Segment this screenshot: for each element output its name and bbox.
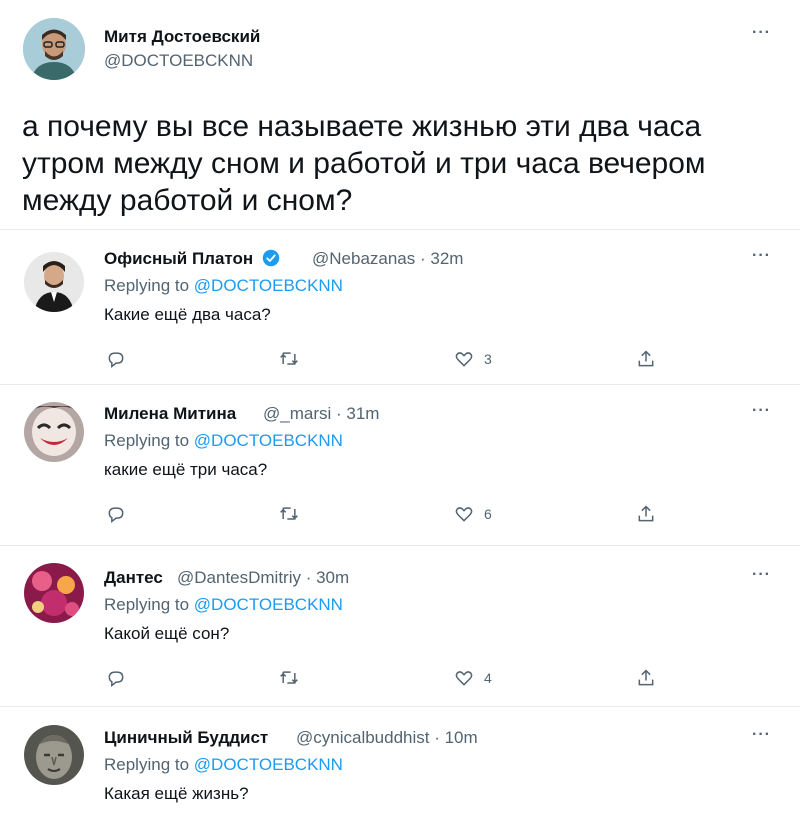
reply-button[interactable] <box>106 349 126 369</box>
reply-text: Какая ещё жизнь? <box>104 784 249 803</box>
reply-button[interactable] <box>106 504 126 524</box>
replying-label: Replying to <box>104 276 194 295</box>
author-name[interactable]: Митя Достоевский <box>104 27 260 47</box>
share-button[interactable] <box>636 349 656 369</box>
share-icon <box>638 669 654 686</box>
tweet-text: а почему вы все называете жизнью эти два… <box>22 110 706 217</box>
retweet-icon <box>280 352 298 365</box>
share-icon <box>638 350 654 367</box>
mention-link[interactable]: @DOCTOEBCKNN <box>194 595 343 614</box>
reply-tweet[interactable]: Дантес @DantesDmitriy · 30m ··· Replying… <box>0 545 800 704</box>
like-button[interactable]: 4 <box>454 668 492 688</box>
like-icon <box>455 507 473 522</box>
replying-to: Replying to @DOCTOEBCKNN <box>104 595 343 615</box>
author-name[interactable]: Дантес <box>104 568 163 588</box>
reply-tweet[interactable]: Циничный Буддист @cynicalbuddhist · 10m … <box>0 706 800 819</box>
reply-tweet[interactable]: Офисный Платон @Nebazanas · 32m ··· Repl… <box>0 229 800 385</box>
author-name-text[interactable]: Офисный Платон <box>104 249 253 268</box>
reply-icon <box>108 671 124 688</box>
replying-label: Replying to <box>104 595 194 614</box>
more-icon[interactable]: ··· <box>752 726 771 744</box>
author-handle-time[interactable]: @cynicalbuddhist · 10m <box>296 728 478 748</box>
tweet-actions: 6 <box>104 504 704 526</box>
retweet-button[interactable] <box>278 668 300 688</box>
tweet-actions: 4 <box>104 668 704 690</box>
share-button[interactable] <box>636 668 656 688</box>
mention-link[interactable]: @DOCTOEBCKNN <box>194 431 343 450</box>
replying-to: Replying to @DOCTOEBCKNN <box>104 755 343 775</box>
reply-icon <box>108 507 124 524</box>
author-handle[interactable]: @DOCTOEBCKNN <box>104 51 253 71</box>
more-icon[interactable]: ··· <box>752 247 771 265</box>
more-icon[interactable]: ··· <box>752 24 771 42</box>
author-name[interactable]: Циничный Буддист <box>104 728 268 748</box>
tweet-actions: 3 <box>104 349 704 371</box>
author-name[interactable]: Милена Митина <box>104 404 236 424</box>
mention-link[interactable]: @DOCTOEBCKNN <box>194 276 343 295</box>
avatar[interactable] <box>24 725 84 785</box>
reply-text: Какие ещё два часа? <box>104 305 271 324</box>
reply-button[interactable] <box>106 668 126 688</box>
retweet-button[interactable] <box>278 504 300 524</box>
author-handle-time[interactable]: @_marsi · 31m <box>263 404 379 424</box>
reply-text: какие ещё три часа? <box>104 460 268 479</box>
replying-to: Replying to @DOCTOEBCKNN <box>104 431 343 451</box>
mention-link[interactable]: @DOCTOEBCKNN <box>194 755 343 774</box>
verified-badge-icon <box>262 249 280 267</box>
author-handle-time[interactable]: @DantesDmitriy · 30m <box>177 568 349 588</box>
replying-to: Replying to @DOCTOEBCKNN <box>104 276 343 296</box>
reply-text: Какой ещё сон? <box>104 624 230 643</box>
avatar[interactable] <box>24 402 84 462</box>
replying-label: Replying to <box>104 755 194 774</box>
retweet-icon <box>280 507 298 520</box>
like-count: 4 <box>484 670 492 686</box>
like-count: 6 <box>484 506 492 522</box>
author-handle-time[interactable]: @Nebazanas · 32m <box>312 249 463 269</box>
retweet-button[interactable] <box>278 349 300 369</box>
more-icon[interactable]: ··· <box>752 402 771 420</box>
avatar[interactable] <box>24 563 84 623</box>
author-name[interactable]: Офисный Платон <box>104 249 280 269</box>
replying-label: Replying to <box>104 431 194 450</box>
avatar[interactable] <box>24 252 84 312</box>
avatar[interactable] <box>23 18 85 80</box>
main-tweet: Митя Достоевский @DOCTOEBCKNN ··· а поче… <box>0 0 800 230</box>
like-icon <box>455 671 473 686</box>
like-button[interactable]: 3 <box>454 349 492 369</box>
reply-tweet[interactable]: Милена Митина @_marsi · 31m ··· Replying… <box>0 384 800 540</box>
like-icon <box>455 352 473 367</box>
more-icon[interactable]: ··· <box>752 566 771 584</box>
retweet-icon <box>280 671 298 684</box>
share-button[interactable] <box>636 504 656 524</box>
share-icon <box>638 505 654 522</box>
like-button[interactable]: 6 <box>454 504 492 524</box>
like-count: 3 <box>484 351 492 367</box>
reply-icon <box>108 352 124 369</box>
